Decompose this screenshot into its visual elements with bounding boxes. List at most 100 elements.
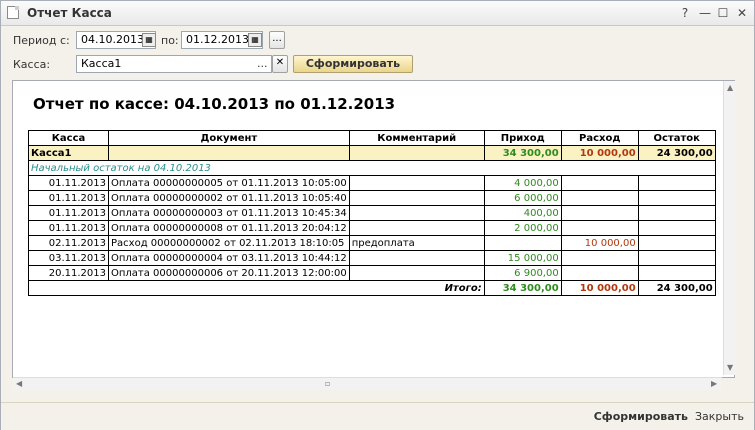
scroll-right-icon[interactable]: ▶ — [711, 379, 717, 388]
scroll-thumb-icon[interactable]: ▫ — [325, 379, 330, 388]
col-document: Документ — [108, 130, 350, 146]
period-select-button[interactable]: ... — [269, 31, 285, 49]
col-comment: Комментарий — [348, 130, 485, 146]
table-row[interactable]: 02.11.2013 Расход 00000000002 от 02.11.2… — [28, 235, 716, 251]
row-balance — [637, 235, 716, 251]
to-label: по: — [161, 34, 179, 47]
row-document[interactable]: Расход 00000000002 от 02.11.2013 18:10:0… — [108, 235, 350, 251]
vertical-scrollbar[interactable]: ▲ ▼ — [723, 81, 736, 375]
table-row[interactable]: 01.11.2013 Оплата 00000000002 от 01.11.2… — [28, 190, 716, 206]
opening-row: Начальный остаток на 04.10.2013 — [28, 160, 716, 176]
kassa-balance: 24 300,00 — [637, 145, 716, 161]
minimize-button[interactable]: — — [697, 5, 713, 21]
row-expense — [560, 205, 639, 221]
col-income: Приход — [483, 130, 562, 146]
row-income: 2 000,00 — [483, 220, 562, 236]
col-expense: Расход — [560, 130, 639, 146]
table-header-row: Касса Документ Комментарий Приход Расход… — [28, 130, 716, 146]
scroll-up-icon[interactable]: ▲ — [727, 83, 733, 92]
row-expense — [560, 175, 639, 191]
row-balance — [637, 250, 716, 266]
kassa-input[interactable]: Касса1 — [76, 55, 272, 73]
kassa-name: Касса1 — [28, 145, 109, 161]
row-document[interactable]: Оплата 00000000003 от 01.11.2013 10:45:3… — [108, 205, 350, 221]
total-label: Итого: — [28, 280, 485, 296]
table-row[interactable]: 20.11.2013 Оплата 00000000006 от 20.11.2… — [28, 265, 716, 281]
row-date: 01.11.2013 — [28, 190, 109, 206]
col-kassa: Касса — [28, 130, 109, 146]
maximize-button[interactable]: ☐ — [715, 5, 731, 21]
row-expense: 10 000,00 — [560, 235, 639, 251]
col-balance: Остаток — [637, 130, 716, 146]
footer-generate-button[interactable]: Сформировать — [594, 410, 688, 423]
total-row: Итого: 34 300,00 10 000,00 24 300,00 — [28, 280, 716, 296]
table-row[interactable]: 01.11.2013 Оплата 00000000005 от 01.11.2… — [28, 175, 716, 191]
generate-button[interactable]: Сформировать — [293, 55, 413, 73]
help-icon[interactable]: ? — [677, 5, 693, 21]
kassa-label: Касса: — [13, 58, 51, 71]
row-income: 6 900,00 — [483, 265, 562, 281]
row-income: 4 000,00 — [483, 175, 562, 191]
row-document[interactable]: Оплата 00000000006 от 20.11.2013 12:00:0… — [108, 265, 350, 281]
row-document[interactable]: Оплата 00000000002 от 01.11.2013 10:05:4… — [108, 190, 350, 206]
row-balance — [637, 205, 716, 221]
close-window-button[interactable]: ✕ — [734, 5, 750, 21]
scroll-left-icon[interactable]: ◀ — [16, 379, 22, 388]
row-comment — [348, 220, 485, 236]
table-row[interactable]: 01.11.2013 Оплата 00000000008 от 01.11.2… — [28, 220, 716, 236]
date-to-value: 01.12.2013 — [186, 33, 249, 46]
row-income: 15 000,00 — [483, 250, 562, 266]
report-table: Касса Документ Комментарий Приход Расход… — [28, 130, 716, 296]
row-income — [483, 235, 562, 251]
table-row[interactable]: 03.11.2013 Оплата 00000000004 от 03.11.2… — [28, 250, 716, 266]
row-expense — [560, 265, 639, 281]
row-comment — [348, 205, 485, 221]
row-balance — [637, 175, 716, 191]
row-document[interactable]: Оплата 00000000008 от 01.11.2013 20:04:1… — [108, 220, 350, 236]
opening-balance-label: Начальный остаток на 04.10.2013 — [28, 160, 716, 176]
row-date: 01.11.2013 — [28, 205, 109, 221]
document-icon — [7, 6, 19, 19]
row-comment: предоплата — [348, 235, 485, 251]
row-comment — [348, 190, 485, 206]
date-from-value: 04.10.2013 — [81, 33, 144, 46]
row-date: 03.11.2013 — [28, 250, 109, 266]
row-date: 02.11.2013 — [28, 235, 109, 251]
calendar-from-icon[interactable]: ▦ — [142, 33, 156, 47]
row-expense — [560, 250, 639, 266]
table-row[interactable]: 01.11.2013 Оплата 00000000003 от 01.11.2… — [28, 205, 716, 221]
total-expense: 10 000,00 — [560, 280, 639, 296]
row-date: 20.11.2013 — [28, 265, 109, 281]
kassa-select-button[interactable]: ... — [257, 57, 268, 70]
report-area: Отчет по кассе: 04.10.2013 по 01.12.2013… — [12, 80, 735, 378]
kassa-income: 34 300,00 — [483, 145, 562, 161]
row-balance — [637, 265, 716, 281]
row-comment — [348, 250, 485, 266]
kassa-expense: 10 000,00 — [560, 145, 639, 161]
total-income: 34 300,00 — [483, 280, 562, 296]
row-date: 01.11.2013 — [28, 175, 109, 191]
kassa-clear-button[interactable]: ✕ — [272, 55, 288, 73]
calendar-to-icon[interactable]: ▦ — [248, 33, 262, 47]
report-title: Отчет по кассе: 04.10.2013 по 01.12.2013 — [33, 95, 396, 113]
kassa-value: Касса1 — [81, 57, 122, 70]
period-label: Период с: — [13, 34, 70, 47]
kassa-row[interactable]: Касса1 34 300,00 10 000,00 24 300,00 — [28, 145, 716, 161]
row-comment — [348, 175, 485, 191]
horizontal-scrollbar[interactable]: ◀ ▫ ▶ — [13, 377, 722, 390]
row-income: 6 000,00 — [483, 190, 562, 206]
scroll-down-icon[interactable]: ▼ — [727, 363, 733, 372]
row-expense — [560, 190, 639, 206]
row-comment — [348, 265, 485, 281]
row-date: 01.11.2013 — [28, 220, 109, 236]
row-income: 400,00 — [483, 205, 562, 221]
window-title: Отчет Касса — [27, 6, 112, 20]
row-balance — [637, 220, 716, 236]
title-bar: Отчет Касса ? — ☐ ✕ — [1, 1, 754, 26]
row-document[interactable]: Оплата 00000000005 от 01.11.2013 10:05:0… — [108, 175, 350, 191]
report-window: Отчет Касса ? — ☐ ✕ Период с: 04.10.2013… — [0, 0, 755, 430]
bottom-bar: Сформировать Закрыть — [1, 402, 754, 430]
row-document[interactable]: Оплата 00000000004 от 03.11.2013 10:44:1… — [108, 250, 350, 266]
total-balance: 24 300,00 — [637, 280, 716, 296]
close-button[interactable]: Закрыть — [695, 410, 744, 423]
